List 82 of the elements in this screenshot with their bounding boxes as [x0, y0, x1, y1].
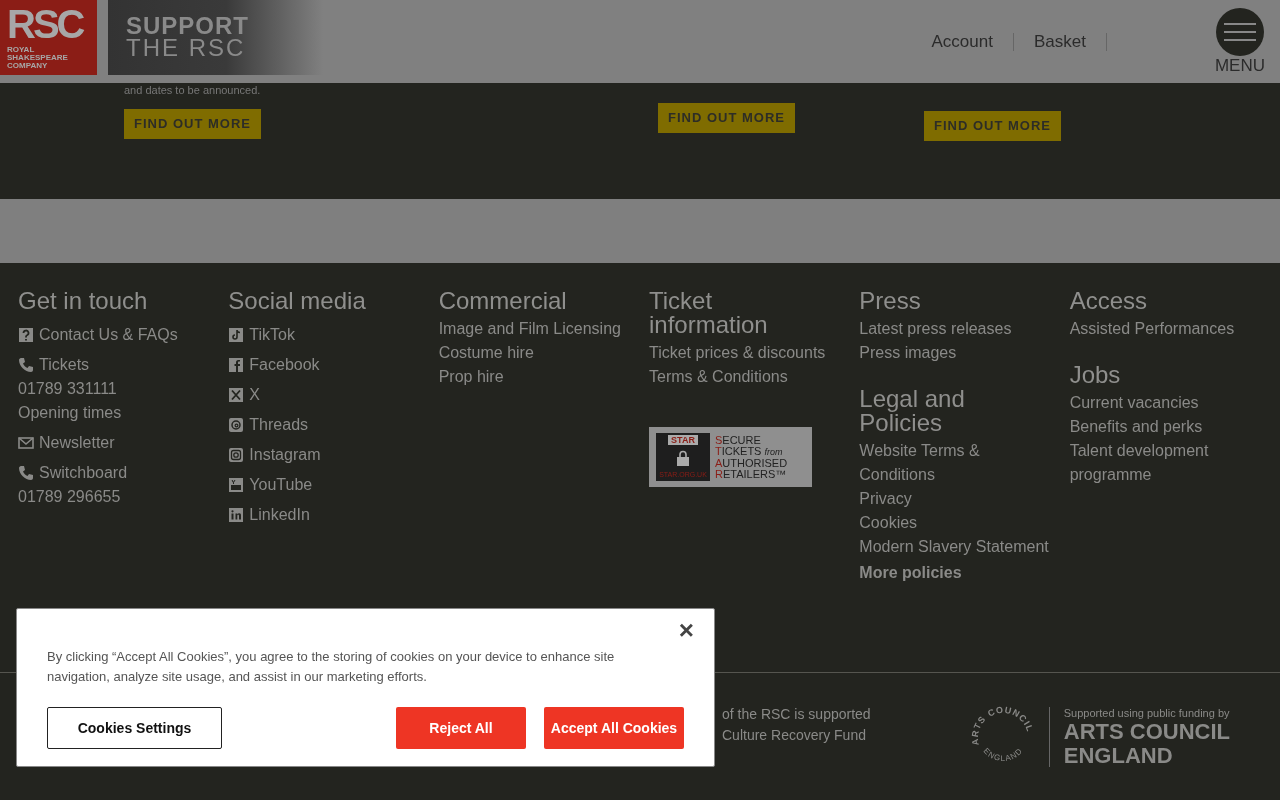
footer-heading: Ticket information [649, 289, 769, 337]
funder-name: ARTS COUNCIL [1063, 720, 1230, 744]
badge-mark: STAR [668, 435, 698, 445]
envelope-icon [18, 435, 34, 451]
accept-all-cookies-button[interactable]: Accept All Cookies [544, 707, 684, 749]
footer-link[interactable]: Latest press releases [859, 317, 1060, 341]
footer-heading: Commercial [438, 289, 568, 313]
footer-link[interactable]: Newsletter [18, 431, 219, 455]
close-button[interactable]: × [678, 617, 694, 643]
footer-link[interactable]: Current vacancies [1069, 391, 1270, 415]
footer-link[interactable]: Talent development programme [1069, 439, 1270, 487]
padlock-icon [676, 450, 690, 466]
footer-link[interactable]: Benefits and perks [1069, 415, 1270, 439]
footer-link[interactable]: 01789 331111 [18, 377, 219, 401]
footer-link[interactable]: LinkedIn [228, 503, 429, 527]
funder-name: ENGLAND [1063, 744, 1174, 768]
footer-heading: Jobs [1069, 363, 1122, 387]
footer-link[interactable]: Costume hire [438, 341, 639, 365]
badge-text: SECURE [715, 434, 761, 446]
footer-link[interactable]: Switchboard [18, 461, 219, 485]
question-icon [18, 327, 34, 343]
footer-link[interactable]: Modern Slavery Statement [859, 535, 1060, 559]
funder-caption: Supported using public funding by [1063, 706, 1230, 720]
threads-icon [228, 417, 245, 433]
hamburger-menu-icon [1215, 8, 1264, 56]
footer-link[interactable]: X [228, 383, 429, 407]
footer-link[interactable]: Assisted Performances [1069, 317, 1270, 341]
footer-link[interactable]: TikTok [228, 323, 429, 347]
find-out-more-button[interactable]: FIND OUT MORE [124, 109, 261, 139]
support-text: of the RSC is supported [722, 705, 871, 724]
logo-wordmark: ROYAL [7, 46, 36, 54]
footer-heading: Legal and Policies [859, 387, 966, 435]
footer-heading: Social media [228, 289, 367, 313]
footer-link[interactable]: Website Terms & Conditions [859, 439, 1060, 487]
nav-link[interactable]: Basket [1033, 29, 1086, 55]
footer-link[interactable]: Contact Us & FAQs [18, 323, 219, 347]
teaser-text: and dates to be announced. [124, 83, 261, 97]
instagram-icon [228, 447, 245, 463]
reject-all-button[interactable]: Reject All [396, 707, 526, 749]
logo-letters: RSC [7, 4, 84, 44]
footer-link[interactable]: Ticket prices & discounts [649, 341, 850, 365]
footer-link[interactable]: Threads [228, 413, 429, 437]
footer-link[interactable]: Image and Film Licensing [438, 317, 639, 341]
footer-link[interactable]: Instagram [228, 443, 429, 467]
footer-link[interactable]: Press images [859, 341, 1060, 365]
footer-heading: Press [859, 289, 922, 313]
badge-text: AUTHORISED [715, 457, 788, 469]
find-out-more-button[interactable]: FIND OUT MORE [924, 111, 1061, 141]
footer-link[interactable]: YouTube [228, 473, 429, 497]
nav-link[interactable]: Account [931, 29, 993, 55]
badge-text: TICKETS [715, 445, 762, 457]
phone-icon [18, 357, 34, 373]
logo-wordmark: COMPANY [7, 62, 49, 70]
footer-heading: Get in touch [18, 289, 149, 313]
x-logo-icon [228, 387, 245, 403]
rsc-logo[interactable]: RSC ROYAL SHAKESPEARE COMPANY [0, 0, 97, 75]
promo-subtitle: THE RSC [126, 36, 247, 60]
linkedin-icon [228, 507, 245, 523]
footer-link[interactable]: Privacy [859, 487, 1060, 511]
phone-icon [18, 465, 34, 481]
cookies-settings-button[interactable]: Cookies Settings [47, 707, 222, 749]
logo-wordmark: SHAKESPEARE [7, 54, 69, 62]
footer-link[interactable]: Cookies [859, 511, 1060, 535]
footer-link[interactable]: Terms & Conditions [649, 365, 850, 389]
tiktok-icon [228, 327, 245, 343]
footer-link[interactable]: Facebook [228, 353, 429, 377]
footer-link[interactable]: 01789 296655 [18, 485, 219, 509]
footer-link[interactable]: More policies [859, 561, 1060, 585]
promo-title: SUPPORT [126, 16, 250, 36]
facebook-icon [228, 357, 245, 373]
footer-link[interactable]: Tickets [18, 353, 219, 377]
support-text: Culture Recovery Fund [722, 726, 867, 745]
footer-link[interactable]: Opening times [18, 401, 219, 425]
youtube-icon [228, 477, 245, 493]
badge-text: RETAILERS™ [715, 468, 787, 480]
footer-heading: Access [1069, 289, 1148, 313]
badge-text: from [764, 446, 783, 458]
menu-button[interactable]: MENU [1214, 8, 1265, 76]
menu-label: MENU [1214, 56, 1265, 76]
cookie-message: By clicking “Accept All Cookies”, you agree to the storing of cookies on your device to enhance site navigation, analyze site usage, and assist in our marketing efforts. [47, 648, 616, 686]
find-out-more-button[interactable]: FIND OUT MORE [658, 103, 795, 133]
footer-link[interactable]: Prop hire [438, 365, 639, 389]
